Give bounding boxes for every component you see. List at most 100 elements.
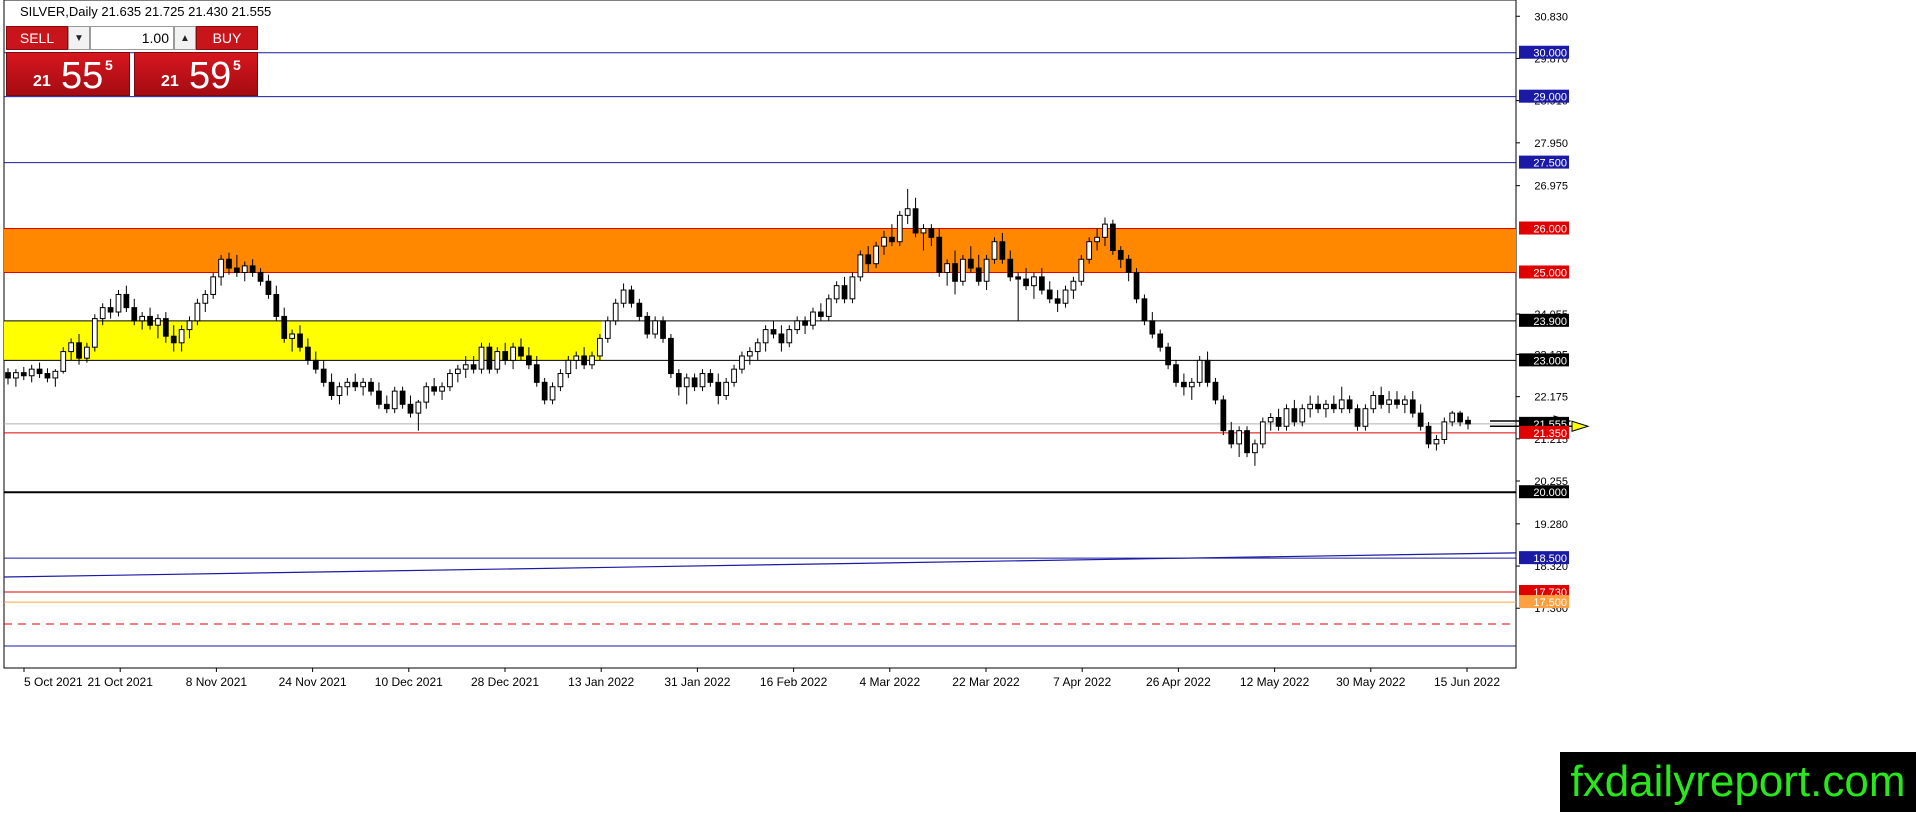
candle-body-40 <box>320 368 327 383</box>
y-tick-label-0: 30.830 <box>1534 11 1568 23</box>
fxdailyreport-logo: fxdailyreport.com <box>1560 752 1916 812</box>
candle-body-21 <box>170 335 177 344</box>
sell-price-box[interactable]: 21 55 5 <box>6 52 130 97</box>
candle-body-175 <box>1386 399 1392 405</box>
candle-body-131 <box>1038 276 1045 291</box>
candle-body-58 <box>462 364 469 370</box>
candle-body-107 <box>849 276 856 300</box>
candle-body-67 <box>533 364 540 383</box>
chevron-down-icon: ▼ <box>74 32 84 44</box>
candle-body-127 <box>1007 258 1014 278</box>
candle-body-122 <box>967 258 974 269</box>
candle-body-174 <box>1378 395 1385 405</box>
candle-body-85 <box>675 373 682 388</box>
candle-body-34 <box>273 293 280 317</box>
buy-price-big-figure: 21 <box>161 73 179 90</box>
candle-body-142 <box>1125 258 1132 273</box>
candle-body-96 <box>762 329 769 344</box>
candle-144 <box>1141 294 1148 326</box>
candle-body-94 <box>746 351 753 357</box>
candle-body-0 <box>5 372 11 379</box>
candle-body-92 <box>731 368 737 383</box>
candle-104 <box>825 294 832 321</box>
candle-body-146 <box>1157 333 1164 348</box>
level-label-4: 25.000 <box>1533 267 1567 279</box>
candle-body-152 <box>1204 359 1211 383</box>
buy-button[interactable]: BUY <box>196 26 258 50</box>
candle-body-28 <box>226 258 232 269</box>
level-label-8: 21.350 <box>1533 428 1567 440</box>
lot-increase-button[interactable]: ▲ <box>174 26 196 50</box>
candle-76 <box>604 316 611 343</box>
candle-body-160 <box>1267 417 1274 423</box>
candle-body-106 <box>841 285 848 300</box>
candle-body-104 <box>825 298 832 317</box>
candle-body-178 <box>1409 399 1416 414</box>
candle-body-48 <box>383 403 390 410</box>
sell-price-pips: 55 <box>61 55 104 97</box>
candle-153 <box>1212 377 1219 405</box>
candle-body-129 <box>1023 278 1029 287</box>
price-chart[interactable]: 30.83029.87028.91027.95026.97524.05523.1… <box>0 0 1916 812</box>
candle-body-113 <box>896 214 903 243</box>
lot-decrease-button[interactable]: ▼ <box>68 26 90 50</box>
candle-body-30 <box>241 265 248 273</box>
candle-body-16 <box>131 307 138 322</box>
candle-body-77 <box>612 302 619 322</box>
candle-24 <box>194 298 201 326</box>
candle-body-119 <box>944 263 951 273</box>
candle-107 <box>849 272 856 304</box>
candle-body-99 <box>786 329 793 344</box>
candle-125 <box>991 237 998 264</box>
candle-body-172 <box>1362 408 1369 427</box>
candle-body-164 <box>1299 408 1306 423</box>
candle-body-83 <box>660 320 666 339</box>
candle-body-25 <box>202 293 209 304</box>
candle-body-73 <box>581 355 587 366</box>
candle-body-112 <box>889 236 895 243</box>
candle-body-27 <box>218 258 224 278</box>
trade-panel-top-row: SELL ▼ ▲ BUY <box>6 26 258 50</box>
candle-body-49 <box>391 390 398 410</box>
x-tick-label-10: 22 Mar 2022 <box>952 675 1020 689</box>
candle-body-5 <box>44 373 51 379</box>
candle-body-88 <box>699 373 706 388</box>
candle-body-80 <box>636 302 643 317</box>
candle-body-87 <box>691 377 698 388</box>
candle-61 <box>486 342 493 374</box>
candle-body-184 <box>1457 412 1463 423</box>
lot-size-input[interactable] <box>90 26 174 50</box>
candle-body-18 <box>147 315 153 326</box>
candle-body-132 <box>1046 289 1053 300</box>
candle-body-169 <box>1338 399 1345 410</box>
x-tick-label-14: 30 May 2022 <box>1336 675 1406 689</box>
candle-body-17 <box>139 315 146 322</box>
buy-price-fraction: 5 <box>233 57 241 73</box>
symbol-header: SILVER,Daily 21.635 21.725 21.430 21.555 <box>20 4 272 19</box>
candle-body-41 <box>328 381 335 397</box>
candle-body-91 <box>723 381 730 397</box>
candle-143 <box>1133 268 1140 304</box>
x-tick-label-15: 15 Jun 2022 <box>1434 675 1500 689</box>
buy-price-box[interactable]: 21 59 5 <box>134 52 258 97</box>
candle-body-56 <box>447 373 453 388</box>
candle-body-120 <box>952 263 958 282</box>
x-tick-label-2: 8 Nov 2021 <box>186 675 248 689</box>
candle-body-60 <box>478 346 485 370</box>
candle-body-12 <box>99 307 106 320</box>
candle-body-144 <box>1141 298 1148 322</box>
candle-body-20 <box>162 318 169 337</box>
candle-140 <box>1109 219 1116 255</box>
chevron-up-icon: ▲ <box>180 32 190 44</box>
candle-body-148 <box>1173 364 1179 383</box>
sell-button[interactable]: SELL <box>6 26 68 50</box>
candle-body-31 <box>249 265 256 273</box>
candle-154 <box>1220 395 1227 436</box>
candle-body-153 <box>1212 381 1219 401</box>
candle-body-163 <box>1291 408 1298 423</box>
candle-body-130 <box>1031 276 1037 287</box>
candle-body-84 <box>668 337 674 375</box>
candle-body-161 <box>1275 417 1282 427</box>
candle-body-137 <box>1086 241 1093 260</box>
candle-body-70 <box>557 373 564 388</box>
